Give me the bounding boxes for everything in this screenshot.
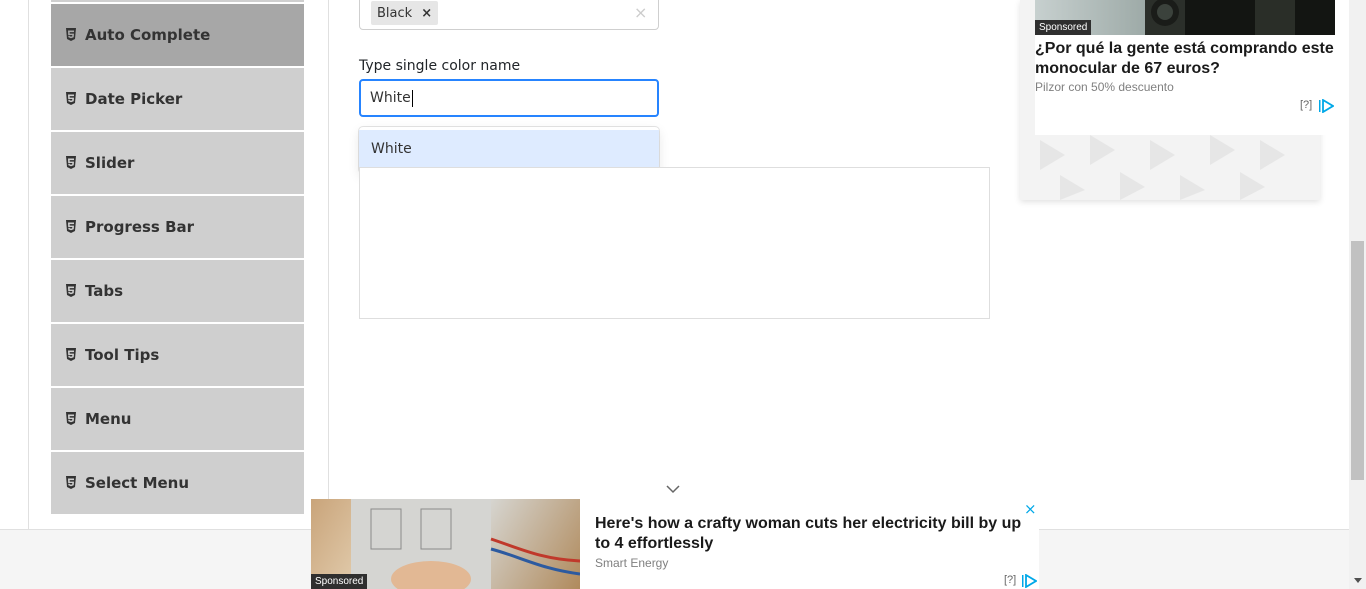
clear-all-icon[interactable]: × (634, 3, 647, 22)
single-color-label: Type single color name (359, 58, 521, 74)
page: Auto Complete Date Picker Slider Progres… (0, 0, 1366, 589)
ad-headline[interactable]: ¿Por qué la gente está comprando este mo… (1035, 39, 1335, 79)
single-color-input[interactable]: White (359, 79, 659, 117)
sidebar-item-progress-bar[interactable]: Progress Bar (51, 196, 304, 258)
html5-icon (66, 27, 76, 41)
sidebar-item-tool-tips[interactable]: Tool Tips (51, 324, 304, 386)
content-divider (328, 0, 329, 529)
color-chip: Black × (371, 1, 439, 25)
sidebar-item-label: Menu (85, 410, 132, 428)
sidebar-item-label: Select Menu (85, 474, 190, 492)
sidebar-item-select-menu[interactable]: Select Menu (51, 452, 304, 514)
ad-info-link[interactable]: [?] (1004, 574, 1016, 586)
content-panel (359, 167, 990, 319)
sidebar-item-tabs[interactable]: Tabs (51, 260, 304, 322)
scroll-down-arrow-icon[interactable] (1354, 578, 1362, 584)
left-divider (28, 0, 29, 529)
html5-icon (66, 91, 76, 105)
html5-icon (66, 283, 76, 297)
sidebar-top-edge (51, 0, 304, 2)
sidebar-item-label: Slider (85, 154, 135, 172)
html5-icon (66, 411, 76, 425)
html5-icon (66, 219, 76, 233)
sidebar-item-label: Auto Complete (85, 26, 211, 44)
multi-color-select[interactable]: Black × × (359, 0, 659, 30)
sidebar-item-label: Progress Bar (85, 218, 195, 236)
sidebar-item-label: Tool Tips (85, 346, 160, 364)
close-icon[interactable]: × (1024, 500, 1037, 518)
adchoices-icon[interactable] (1318, 99, 1334, 113)
sidebar-item-date-picker[interactable]: Date Picker (51, 68, 304, 130)
ad-source[interactable]: Pilzor con 50% descuento (1035, 80, 1174, 94)
sidebar-item-label: Date Picker (85, 90, 183, 108)
sponsored-badge: Sponsored (1035, 20, 1092, 35)
text-caret (411, 89, 413, 107)
ad-source[interactable]: Smart Energy (595, 556, 668, 570)
chip-label: Black (377, 5, 413, 21)
chip-remove-icon[interactable]: × (421, 6, 432, 21)
ad-info-link[interactable]: [?] (1300, 99, 1312, 111)
scrollbar-thumb[interactable] (1351, 241, 1364, 480)
sidebar-item-auto-complete[interactable]: Auto Complete (51, 4, 304, 66)
html5-icon (66, 347, 76, 361)
sidebar-item-menu[interactable]: Menu (51, 388, 304, 450)
html5-icon (66, 155, 76, 169)
adchoices-icon[interactable] (1021, 574, 1037, 588)
sidebar-item-slider[interactable]: Slider (51, 132, 304, 194)
autocomplete-option[interactable]: White (359, 130, 659, 168)
ad-headline[interactable]: Here's how a crafty woman cuts her elect… (595, 514, 1027, 554)
sponsored-badge: Sponsored (311, 574, 368, 589)
sidebar-item-label: Tabs (85, 282, 124, 300)
html5-icon (66, 475, 76, 489)
bottom-ad-banner[interactable]: Sponsored Here's how a crafty woman cuts… (311, 499, 1039, 589)
chevron-down-icon[interactable] (666, 484, 680, 494)
single-color-value: White (370, 90, 411, 106)
